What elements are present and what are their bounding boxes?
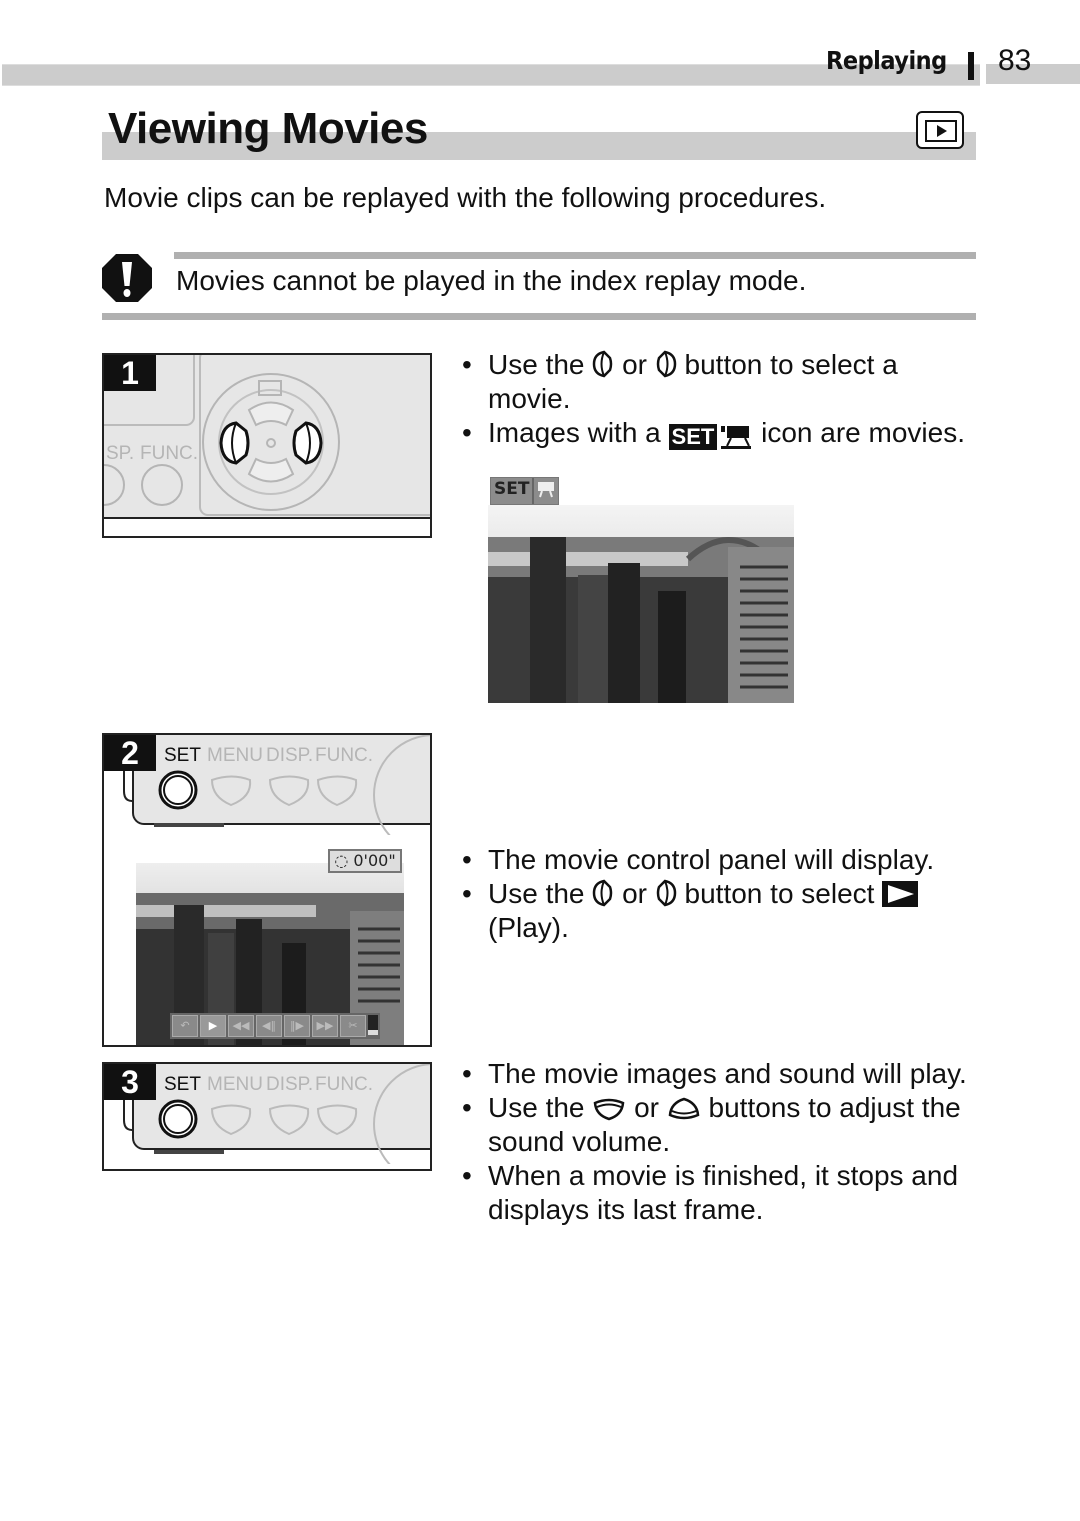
section-name: Replaying: [826, 46, 947, 75]
movie-camera-icon: [538, 482, 555, 498]
camera-label-func: FUNC.: [315, 745, 374, 766]
step-number: 2: [104, 735, 156, 771]
page-number: 83: [998, 44, 1032, 77]
instruction-item: Use the or button to select a movie.: [462, 348, 982, 416]
intro-text: Movie clips can be replayed with the fol…: [104, 182, 827, 213]
step-number: 1: [104, 355, 156, 391]
camera-label-disp: DISP.: [266, 1074, 314, 1095]
control-first-frame-button[interactable]: ◀◀: [228, 1015, 254, 1037]
camera-label-set: SET: [164, 745, 201, 766]
movie-playback-screen: ↶ ▶ ◀◀ ◀‖ ‖▶ ▶▶ ✂: [136, 863, 404, 1045]
step-1-instructions: Use the or button to select a movie. Ima…: [462, 348, 982, 450]
instruction-item: Use the or button to select (Play).: [462, 877, 982, 945]
control-last-frame-button[interactable]: ▶▶: [312, 1015, 338, 1037]
control-exit-button[interactable]: ↶: [172, 1015, 198, 1037]
step-1-figure: SP. FUNC. 1: [102, 353, 432, 538]
control-previous-frame-button[interactable]: ◀‖: [256, 1015, 282, 1037]
camera-label-set: SET: [164, 1074, 201, 1095]
city-skyline-photo: [488, 477, 794, 703]
timecode-display: ◌ 0'00": [328, 849, 402, 873]
step-number: 3: [104, 1064, 156, 1100]
instruction-item: Images with a SET icon are movies.: [462, 416, 982, 450]
caution-text: Movies cannot be played in the index rep…: [176, 265, 807, 296]
caution-exclamation-icon: [102, 254, 152, 302]
instruction-item: The movie images and sound will play.: [462, 1057, 982, 1091]
screen-set-movie-overlay: SET: [490, 477, 560, 505]
playback-mode-icon: [916, 111, 964, 149]
camera-label-disp: DISP.: [266, 745, 314, 766]
step-3-instructions: The movie images and sound will play. Us…: [462, 1057, 982, 1227]
header-separator: [968, 52, 974, 80]
camera-label-func: FUNC.: [315, 1074, 374, 1095]
step-2-figure: SET MENU DISP. FUNC. 2 ↶ ▶ ◀◀ ◀‖ ‖▶ ▶▶ ✂…: [102, 733, 432, 1047]
down-button-icon: [593, 1098, 625, 1121]
page-title: Viewing Movies: [108, 104, 428, 153]
volume-indicator: [368, 1015, 378, 1035]
left-button-icon: [593, 879, 613, 907]
left-button-icon: [593, 350, 613, 378]
control-edit-button[interactable]: ✂: [340, 1015, 366, 1037]
camera-label-menu: MENU: [207, 1074, 263, 1095]
right-button-icon: [656, 350, 677, 378]
camera-label-menu: MENU: [207, 745, 263, 766]
right-button-icon: [656, 879, 677, 907]
caution-rule-bottom: [102, 313, 976, 320]
step-2-instructions: The movie control panel will display. Us…: [462, 843, 982, 945]
control-next-frame-button[interactable]: ‖▶: [284, 1015, 310, 1037]
camera-label-func: FUNC.: [140, 443, 199, 464]
control-play-button[interactable]: ▶: [200, 1015, 226, 1037]
movie-thumbnail-screen: SET: [488, 477, 794, 703]
play-icon: [882, 881, 919, 907]
movie-control-panel: ↶ ▶ ◀◀ ◀‖ ‖▶ ▶▶ ✂: [170, 1013, 380, 1039]
instruction-item: When a movie is finished, it stops and d…: [462, 1159, 982, 1227]
set-movie-icon: SET: [668, 424, 754, 450]
camera-label-disp: SP.: [106, 443, 135, 464]
movie-camera-icon: [721, 426, 752, 449]
elapsed-time-icon: ◌: [334, 851, 349, 870]
instruction-item: The movie control panel will display.: [462, 843, 982, 877]
up-button-icon: [668, 1097, 700, 1120]
step-3-figure: SET MENU DISP. FUNC. 3: [102, 1062, 432, 1171]
caution-rule-top: [174, 252, 976, 259]
instruction-item: Use the or buttons to adjust the sound v…: [462, 1091, 982, 1159]
